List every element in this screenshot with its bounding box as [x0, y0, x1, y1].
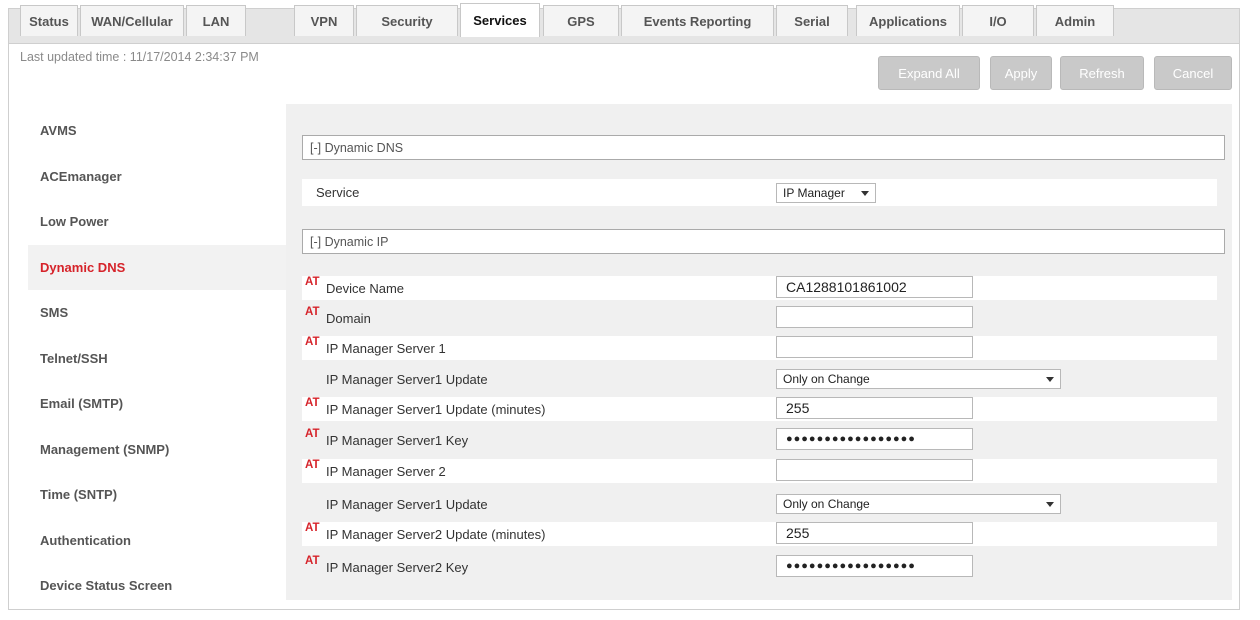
at-marker: AT: [305, 336, 320, 348]
tab-vpn[interactable]: VPN: [294, 5, 354, 36]
at-marker: AT: [305, 276, 320, 288]
at-marker: AT: [305, 397, 320, 409]
tab-admin[interactable]: Admin: [1036, 5, 1114, 36]
ip-manager-server1-update-value: Only on Change: [783, 372, 870, 386]
sidebar-item-acemanager[interactable]: ACEmanager: [28, 154, 286, 200]
cancel-button[interactable]: Cancel: [1154, 56, 1232, 90]
service-select-value: IP Manager: [783, 186, 845, 200]
domain-label: Domain: [326, 310, 371, 326]
ip-manager-server-2-label: IP Manager Server 2: [326, 463, 446, 479]
at-marker: AT: [305, 522, 320, 534]
ip-manager-server-2-field[interactable]: [776, 459, 973, 481]
tab-events-reporting[interactable]: Events Reporting: [621, 5, 774, 36]
ip-manager-server2-key-field[interactable]: ●●●●●●●●●●●●●●●●●: [776, 555, 973, 577]
tab-wan-cellular[interactable]: WAN/Cellular: [80, 5, 184, 36]
form-row-domain: AT Domain: [302, 306, 1217, 330]
device-name-label: Device Name: [326, 280, 405, 296]
chevron-down-icon: [1046, 502, 1054, 507]
domain-field[interactable]: [776, 306, 973, 328]
expand-all-button[interactable]: Expand All: [878, 56, 980, 90]
ip-manager-server2-update-select[interactable]: Only on Change: [776, 494, 1061, 514]
tab-security[interactable]: Security: [356, 5, 458, 36]
ip-manager-server2-update-value: Only on Change: [783, 497, 870, 511]
form-row-ip-manager-server1-update: IP Manager Server1 Update Only on Change: [302, 367, 1217, 391]
tab-io[interactable]: I/O: [962, 5, 1034, 36]
refresh-button[interactable]: Refresh: [1060, 56, 1144, 90]
chevron-down-icon: [1046, 377, 1054, 382]
sidebar-item-low-power[interactable]: Low Power: [28, 199, 286, 245]
ip-manager-server2-update-label: IP Manager Server1 Update: [326, 496, 488, 512]
service-select[interactable]: IP Manager: [776, 183, 876, 203]
tab-gps[interactable]: GPS: [543, 5, 619, 36]
ip-manager-server2-update-minutes-field[interactable]: 255: [776, 522, 973, 544]
sidebar-item-management-snmp[interactable]: Management (SNMP): [28, 427, 286, 473]
at-marker: AT: [305, 555, 320, 567]
apply-button[interactable]: Apply: [990, 56, 1052, 90]
ip-manager-server2-key-label: IP Manager Server2 Key: [326, 559, 469, 575]
tab-applications[interactable]: Applications: [856, 5, 960, 36]
at-marker: AT: [305, 459, 320, 471]
at-marker: AT: [305, 428, 320, 440]
ip-manager-server1-update-minutes-label: IP Manager Server1 Update (minutes): [326, 401, 546, 417]
form-row-device-name: AT Device Name CA1288101861002: [302, 276, 1217, 300]
service-label: Service: [316, 185, 360, 200]
sidebar-item-authentication[interactable]: Authentication: [28, 518, 286, 564]
form-row-ip-manager-server-2: AT IP Manager Server 2: [302, 459, 1217, 483]
ip-manager-server1-update-minutes-field[interactable]: 255: [776, 397, 973, 419]
sidebar-item-dynamic-dns[interactable]: Dynamic DNS: [28, 244, 286, 290]
sidebar-item-time-sntp[interactable]: Time (SNTP): [28, 472, 286, 518]
ip-manager-server1-key-field[interactable]: ●●●●●●●●●●●●●●●●●: [776, 428, 973, 450]
tab-lan[interactable]: LAN: [186, 5, 246, 36]
ip-manager-server1-update-label: IP Manager Server1 Update: [326, 371, 488, 387]
tab-status[interactable]: Status: [20, 5, 78, 36]
sidebar-item-sms[interactable]: SMS: [28, 290, 286, 336]
ip-manager-server-1-label: IP Manager Server 1: [326, 340, 446, 356]
sidebar-item-device-status-screen[interactable]: Device Status Screen: [28, 563, 286, 609]
ip-manager-server-1-field[interactable]: [776, 336, 973, 358]
form-row-ip-manager-server2-update: IP Manager Server1 Update Only on Change: [302, 492, 1217, 516]
tab-serial[interactable]: Serial: [776, 5, 848, 36]
ip-manager-server1-key-label: IP Manager Server1 Key: [326, 432, 469, 448]
ip-manager-server1-update-select[interactable]: Only on Change: [776, 369, 1061, 389]
form-row-ip-manager-server2-update-minutes: AT IP Manager Server2 Update (minutes) 2…: [302, 522, 1217, 546]
tab-services[interactable]: Services: [460, 3, 540, 37]
service-row: Service IP Manager: [302, 179, 1217, 206]
form-row-ip-manager-server1-key: AT IP Manager Server1 Key ●●●●●●●●●●●●●●…: [302, 428, 1217, 452]
at-marker: AT: [305, 306, 320, 318]
last-updated-time: Last updated time : 11/17/2014 2:34:37 P…: [20, 50, 259, 64]
chevron-down-icon: [861, 191, 869, 196]
sidebar-item-avms[interactable]: AVMS: [28, 108, 286, 154]
sidebar: AVMS ACEmanager Low Power Dynamic DNS SM…: [28, 108, 286, 609]
sidebar-item-telnet-ssh[interactable]: Telnet/SSH: [28, 336, 286, 382]
ip-manager-server2-update-minutes-label: IP Manager Server2 Update (minutes): [326, 526, 546, 542]
form-row-ip-manager-server-1: AT IP Manager Server 1: [302, 336, 1217, 360]
sidebar-item-email-smtp[interactable]: Email (SMTP): [28, 381, 286, 427]
dynamic-dns-section-header[interactable]: [-] Dynamic DNS: [302, 135, 1225, 160]
form-row-ip-manager-server2-key: AT IP Manager Server2 Key ●●●●●●●●●●●●●●…: [302, 555, 1217, 579]
device-name-field[interactable]: CA1288101861002: [776, 276, 973, 298]
form-row-ip-manager-server1-update-minutes: AT IP Manager Server1 Update (minutes) 2…: [302, 397, 1217, 421]
dynamic-ip-section-header[interactable]: [-] Dynamic IP: [302, 229, 1225, 254]
